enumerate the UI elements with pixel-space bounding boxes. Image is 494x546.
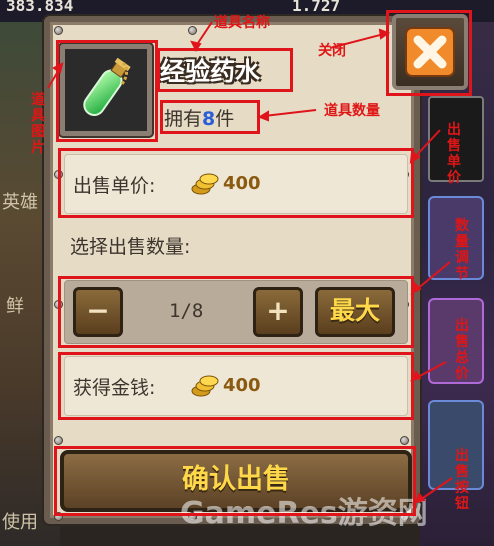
- annotation-arrows: [47, 21, 453, 504]
- annotation-unit-price: 出售单价: [447, 122, 461, 186]
- annotation-item-name: 道具名称: [214, 15, 270, 31]
- annotation-quantity-adjust: 数量调节: [455, 218, 469, 282]
- annotation-close: 关闭: [318, 43, 346, 59]
- annotation-item-image: 道具图片: [31, 92, 45, 156]
- annotation-sell-button: 出售按钮: [455, 448, 469, 512]
- annotation-item-count: 道具数量: [324, 103, 380, 119]
- annotation-sale-total: 出售总价: [455, 318, 469, 382]
